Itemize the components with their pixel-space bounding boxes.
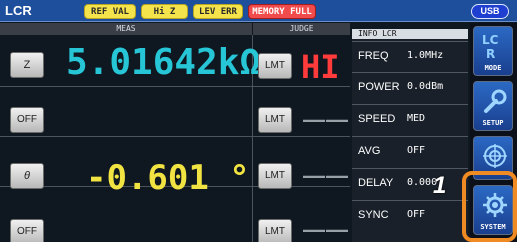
info-label: SYNC [358,209,389,221]
param-button-2[interactable]: OFF [10,107,44,133]
svg-text:LC: LC [482,33,499,47]
limit-button-1[interactable]: LMT [258,53,292,79]
info-row-freq: FREQ 1.0MHz [352,41,468,69]
info-row-delay: DELAY 0.000 [352,168,468,196]
param-button-1[interactable]: Z [10,52,44,78]
svg-text:R: R [486,47,495,60]
limit-button-2[interactable]: LMT [258,107,292,133]
limit-button-4[interactable]: LMT [258,219,292,242]
usb-indicator: USB [471,4,509,19]
param-button-3[interactable]: θ [10,163,44,189]
flag-lev-err: LEV ERR [193,4,243,19]
measured-value-3: -0.601 ° [86,158,250,198]
lcr-screen: LCR REF VAL Hi Z LEV ERR MEMORY FULL USB… [0,0,517,242]
lcr-mode-icon: LC R [482,33,499,60]
setup-button[interactable]: SETUP [473,81,513,131]
info-label: DELAY [358,177,394,189]
judge-result-4: —— [303,217,349,242]
judge-header: JUDGE [253,23,350,35]
row-divider [0,136,350,137]
info-value: 0.0dBm [407,81,444,92]
flag-memory-full: MEMORY FULL [248,4,316,19]
info-value: MED [407,113,426,124]
info-row-avg: AVG OFF [352,136,468,164]
setup-label: SETUP [482,119,504,127]
param-button-4[interactable]: OFF [10,219,44,242]
measured-value-1: 5.01642kΩ [66,42,262,83]
mode-label: MODE [484,64,502,72]
info-panel: INFO LCR FREQ 1.0MHz POWER 0.0dBm SPEED … [352,29,468,242]
top-bar: LCR REF VAL Hi Z LEV ERR MEMORY FULL USB [0,0,517,22]
info-row-speed: SPEED MED [352,104,468,132]
limit-button-3[interactable]: LMT [258,163,292,189]
app-title: LCR [5,3,32,18]
meas-header: MEAS [0,23,252,35]
wrench-icon [484,89,507,113]
judge-result-3: —— [303,163,349,188]
info-value: OFF [407,209,426,220]
info-label: POWER [358,81,400,93]
judge-result-2: —— [303,107,349,132]
target-icon [483,144,507,168]
info-label: SPEED [358,113,396,125]
mode-button[interactable]: LC R MODE [473,26,513,76]
judge-result-1: HI [301,48,340,86]
info-row-sync: SYNC OFF [352,200,468,228]
info-value: 1.0MHz [407,50,444,61]
measurement-panel: MEAS JUDGE Z 5.01642kΩ LMT HI OFF LMT ——… [0,23,350,242]
flag-hi-z: Hi Z [141,4,188,19]
callout-number: 1 [433,172,447,199]
info-label: FREQ [358,50,389,62]
info-label: AVG [358,145,381,157]
info-value: OFF [407,145,426,156]
row-divider [0,86,350,87]
flag-ref-val: REF VAL [84,4,136,19]
info-title: INFO LCR [352,29,468,39]
info-row-power: POWER 0.0dBm [352,72,468,100]
system-highlight [462,171,517,242]
